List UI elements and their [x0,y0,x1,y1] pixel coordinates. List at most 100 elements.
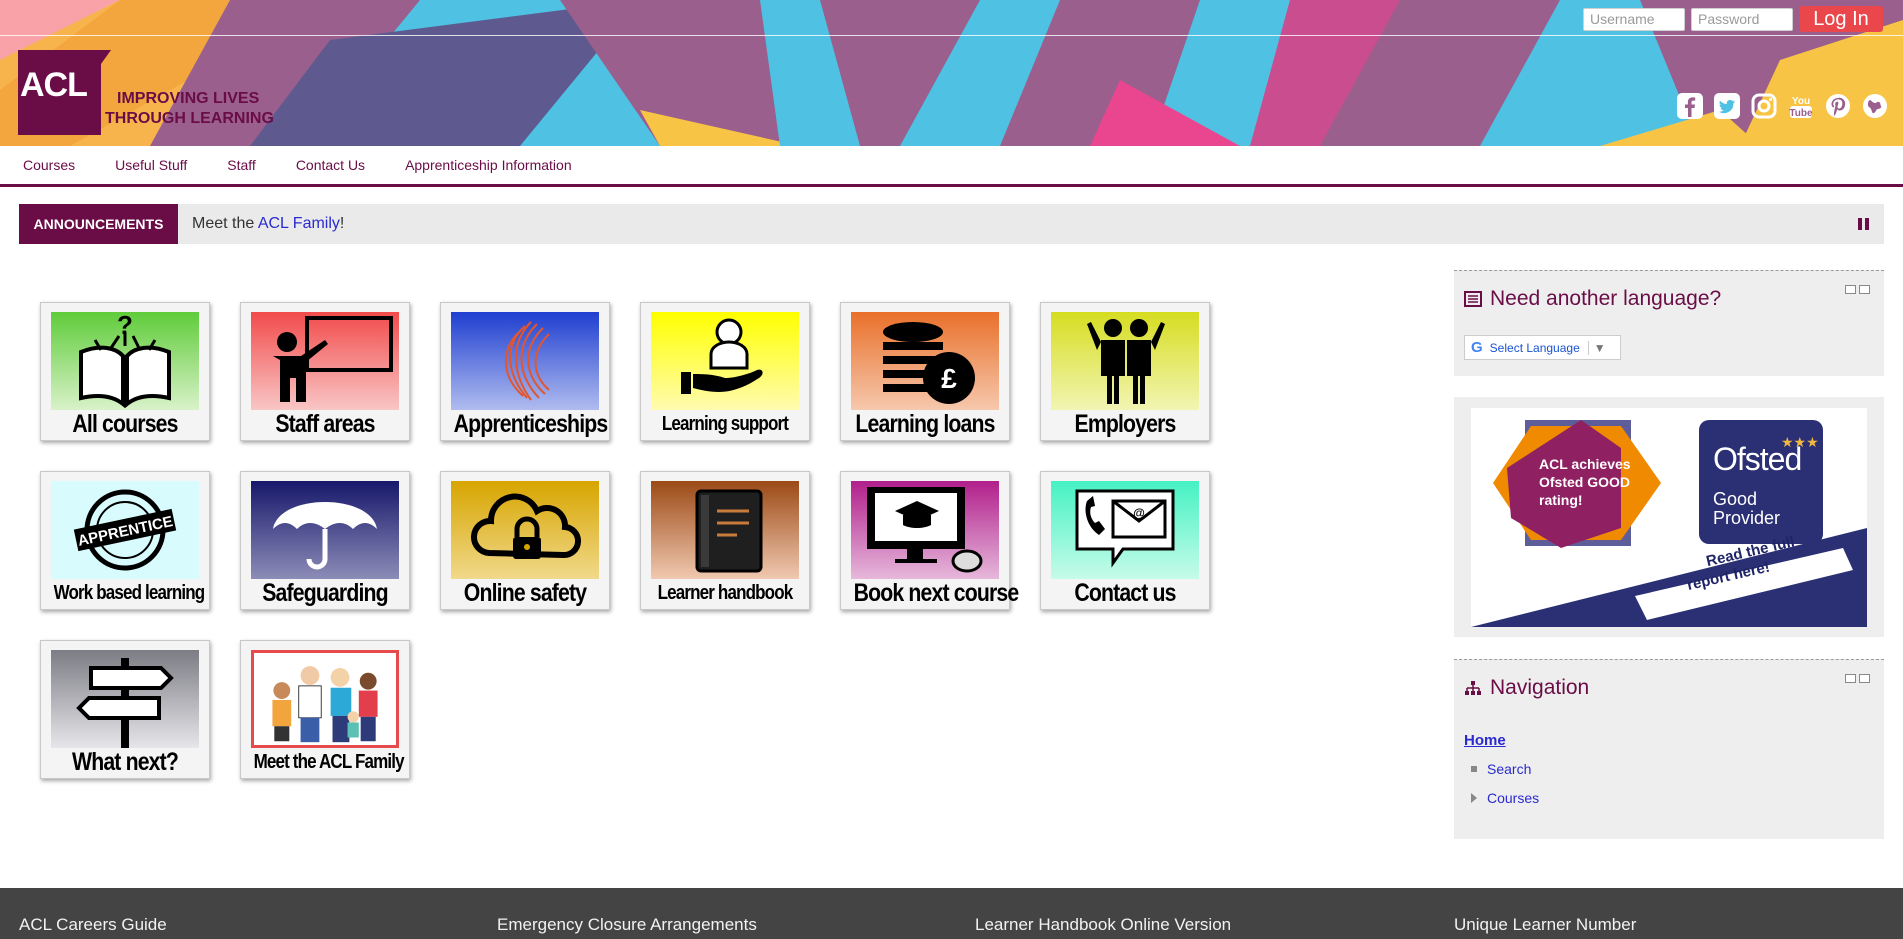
navigation-block-title: Navigation [1454,660,1884,700]
facebook-icon[interactable] [1675,91,1704,120]
tile-art: £ [851,312,999,410]
book-icon [695,489,763,573]
twitter-icon[interactable] [1712,91,1741,120]
google-icon: G [1471,339,1483,356]
tile-art: @ [1051,481,1199,579]
main-navigation: Courses Useful Stuff Staff Contact Us Ap… [0,146,1903,187]
acl-family-link[interactable]: ACL Family [258,215,340,232]
tile-learning-loans[interactable]: £ Learning loans [840,302,1010,441]
globe-icon[interactable] [1860,91,1889,120]
nav-tree-home[interactable]: Home [1464,732,1874,749]
svg-text:?: ? [117,312,133,340]
sitemap-icon [1465,681,1481,695]
footer-link-emergency-closure[interactable]: Emergency Closure Arrangements [497,915,757,935]
navigation-block: Navigation Home Search Courses [1454,659,1884,839]
dropdown-arrow-icon: ▼ [1587,340,1606,355]
tile-safeguarding[interactable]: Safeguarding [240,471,410,610]
collapse-icon[interactable] [1845,674,1856,683]
coins-pound-icon: £ [883,322,975,404]
nav-tree-courses[interactable]: Courses [1471,790,1874,806]
tile-contact-us[interactable]: @ Contact us [1040,471,1210,610]
pause-icon[interactable] [1858,218,1870,230]
language-block: Need another language? G Select Language… [1454,270,1884,376]
tile-staff-areas[interactable]: Staff areas [240,302,410,441]
tile-art: ? [51,312,199,410]
footer-link-unique-learner-number[interactable]: Unique Learner Number [1454,915,1636,935]
tile-book-next-course[interactable]: Book next course [840,471,1019,610]
logo-tagline: IMPROVING LIVES THROUGH LEARNING [105,90,274,127]
collapse-icon[interactable] [1845,285,1856,294]
tile-learner-handbook[interactable]: Learner handbook [640,471,810,610]
nav-useful-stuff[interactable]: Useful Stuff [115,157,187,173]
tile-art [651,481,799,579]
navigation-tree: Home Search Courses [1454,700,1884,829]
tile-art [851,481,999,579]
expand-arrow-icon [1471,793,1477,803]
umbrella-icon [273,502,377,570]
dock-icon[interactable] [1859,285,1870,294]
svg-text:Tube: Tube [1789,108,1813,119]
block-controls [1845,285,1870,294]
ofsted-block: ACL achieves Ofsted GOOD rating! Ofsted … [1454,397,1884,637]
envelope-phone-icon: @ [1075,489,1175,568]
tile-employers[interactable]: Employers [1040,302,1210,441]
tile-work-based-learning[interactable]: APPRENTICE Work based learning [40,471,210,610]
instagram-icon[interactable] [1749,91,1778,120]
select-language-dropdown[interactable]: G Select Language ▼ [1464,335,1621,360]
announcement-text: Meet the ACL Family! [192,215,345,232]
pinterest-icon[interactable] [1823,91,1852,120]
youtube-icon[interactable]: You Tube [1786,91,1815,120]
tile-learning-support[interactable]: Learning support [640,302,810,441]
header-divider [0,35,1903,36]
nav-contact-us[interactable]: Contact Us [296,157,365,173]
dock-icon[interactable] [1859,674,1870,683]
tile-art [251,312,399,410]
tile-online-safety[interactable]: Online safety [440,471,610,610]
two-businessmen-icon [1087,319,1165,404]
teacher-icon [273,316,393,402]
site-logo[interactable]: ACL IMPROVING LIVES THROUGH LEARNING [18,50,274,135]
ofsted-banner[interactable]: ACL achieves Ofsted GOOD rating! Ofsted … [1471,408,1867,627]
bullet-icon [1471,766,1477,772]
login-button[interactable]: Log In [1799,6,1883,32]
nav-courses[interactable]: Courses [23,157,75,173]
logo-mark: ACL [18,50,111,135]
tile-what-next[interactable]: What next? [40,640,210,779]
stars-icon: ★★★ [1781,434,1819,450]
ofsted-badge-text: ACL achieves Ofsted GOOD rating! [1539,456,1631,508]
announcement-bar: ANNOUNCEMENTS Meet the ACL Family! [19,204,1884,244]
computer-graduation-icon [867,487,983,573]
tile-art: APPRENTICE [51,481,199,579]
nav-staff[interactable]: Staff [227,157,256,173]
open-book-icon: ? [79,312,171,409]
tile-art [651,312,799,410]
swirl-icon [505,321,550,401]
tile-art [251,650,399,748]
tile-meet-the-acl-family[interactable]: Meet the ACL Family [240,640,410,779]
tile-art [451,481,599,579]
svg-text:@: @ [1133,506,1145,520]
announcements-label: ANNOUNCEMENTS [19,204,178,244]
tile-art [1051,312,1199,410]
footer-link-learner-handbook[interactable]: Learner Handbook Online Version [975,915,1231,935]
footer-link-careers-guide[interactable]: ACL Careers Guide [19,915,167,935]
list-icon [1464,291,1482,307]
password-input[interactable] [1691,7,1793,31]
login-form: Log In [1583,6,1883,32]
ofsted-grade: Good Provider [1713,489,1781,528]
svg-text:£: £ [941,363,957,394]
social-links: You Tube [1675,91,1889,120]
tile-art [251,481,399,579]
nav-tree-search[interactable]: Search [1471,761,1874,777]
username-input[interactable] [1583,7,1685,31]
block-controls [1845,674,1870,683]
tile-all-courses[interactable]: ? All courses [40,302,210,441]
tile-art [451,312,599,410]
language-block-title: Need another language? [1454,271,1884,311]
site-footer: ACL Careers Guide Emergency Closure Arra… [0,888,1903,939]
family-illustration-icon [272,666,378,743]
tile-apprenticeships[interactable]: Apprenticeships [440,302,610,441]
site-header: Log In ACL IMPROVING LIVES THROUGH LEARN… [0,0,1903,146]
nav-apprenticeship-information[interactable]: Apprenticeship Information [405,157,572,173]
cloud-lock-icon [471,493,582,559]
